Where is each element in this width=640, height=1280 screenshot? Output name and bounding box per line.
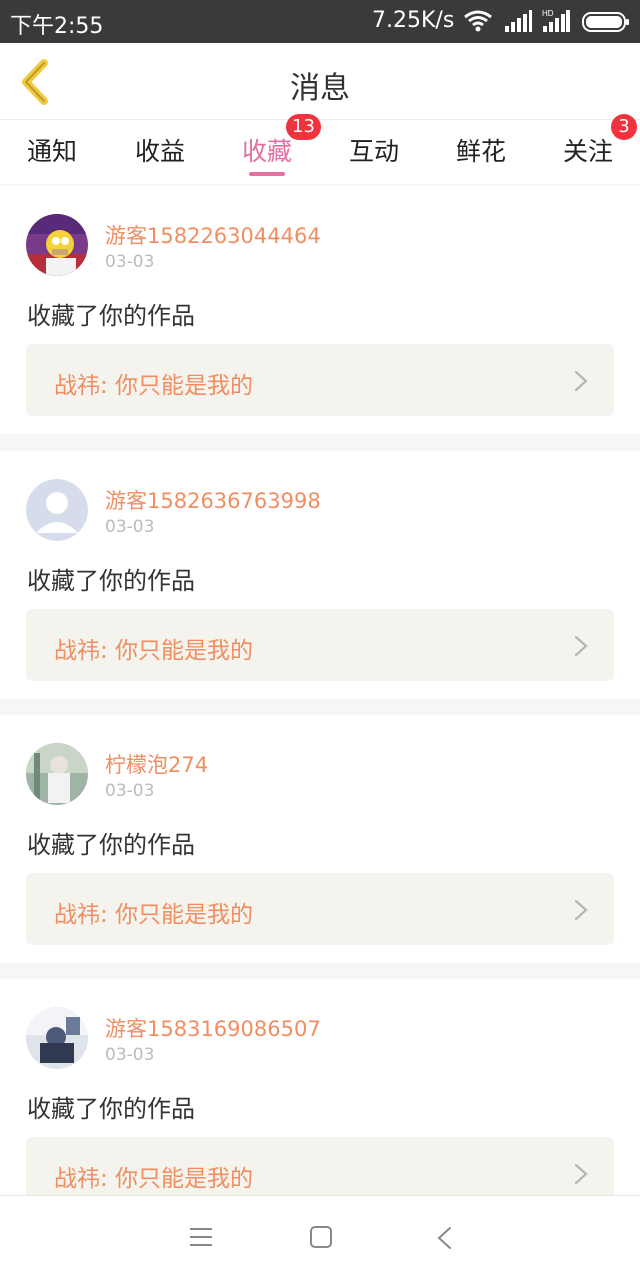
svg-text:HD: HD	[542, 9, 554, 18]
message-card: 游客1582263044464 03-03 收藏了你的作品 战祎: 你只能是我的	[0, 186, 640, 434]
avatar[interactable]	[26, 743, 88, 805]
work-title: 战祎: 你只能是我的	[54, 1166, 254, 1192]
chevron-right-icon	[574, 635, 588, 657]
message-date: 03-03	[105, 781, 155, 801]
tab-interaction[interactable]: 互动	[329, 132, 419, 168]
battery-icon	[582, 12, 629, 32]
follow-badge: 3	[611, 114, 637, 140]
tab-flowers[interactable]: 鲜花	[436, 132, 526, 168]
menu-icon[interactable]	[190, 1226, 212, 1248]
username[interactable]: 游客1582636763998	[105, 485, 321, 515]
signal-icon	[505, 10, 532, 32]
message-card: 游客1583169086507 03-03 收藏了你的作品 战祎: 你只能是我的	[0, 979, 640, 1227]
tab-earnings[interactable]: 收益	[115, 132, 205, 168]
page-title: 消息	[290, 71, 350, 106]
work-title: 战祎: 你只能是我的	[54, 638, 254, 664]
hd-signal-icon: HD	[542, 9, 570, 32]
action-text: 收藏了你的作品	[27, 302, 195, 330]
work-title: 战祎: 你只能是我的	[54, 373, 254, 399]
username[interactable]: 游客1582263044464	[105, 220, 321, 250]
avatar[interactable]	[26, 1007, 88, 1069]
wifi-icon	[464, 10, 492, 32]
tab-notice[interactable]: 通知	[7, 132, 97, 168]
chevron-right-icon	[574, 899, 588, 921]
message-date: 03-03	[105, 517, 155, 537]
avatar[interactable]	[26, 479, 88, 541]
message-date: 03-03	[105, 1045, 155, 1065]
active-tab-indicator	[249, 172, 285, 176]
default-avatar-icon	[26, 479, 88, 541]
work-title: 战祎: 你只能是我的	[54, 902, 254, 928]
screen: 下午2:55 7.25K/s HD 消息 通知 收益 收藏 互动 鲜花 关注 1…	[0, 0, 640, 1280]
status-bar: 下午2:55 7.25K/s HD	[0, 0, 640, 43]
work-link[interactable]: 战祎: 你只能是我的	[26, 344, 614, 416]
system-nav-bar	[0, 1195, 640, 1280]
message-date: 03-03	[105, 252, 155, 272]
action-text: 收藏了你的作品	[27, 567, 195, 595]
cartoon-avatar-icon	[26, 214, 88, 276]
message-card: 游客1582636763998 03-03 收藏了你的作品 战祎: 你只能是我的	[0, 451, 640, 699]
username[interactable]: 柠檬泡274	[105, 749, 208, 779]
header: 消息	[0, 43, 640, 120]
back-arrow-icon[interactable]	[436, 1226, 452, 1250]
action-text: 收藏了你的作品	[27, 831, 195, 859]
work-link[interactable]: 战祎: 你只能是我的	[26, 609, 614, 681]
chevron-right-icon	[574, 1163, 588, 1185]
photo-avatar-icon	[26, 1007, 88, 1069]
status-time: 下午2:55	[10, 14, 104, 39]
network-speed: 7.25K/s	[372, 8, 455, 33]
avatar[interactable]	[26, 214, 88, 276]
work-link[interactable]: 战祎: 你只能是我的	[26, 873, 614, 945]
photo-avatar-icon	[26, 743, 88, 805]
favorites-badge: 13	[286, 114, 321, 140]
username[interactable]: 游客1583169086507	[105, 1013, 321, 1043]
action-text: 收藏了你的作品	[27, 1095, 195, 1123]
chevron-right-icon	[574, 370, 588, 392]
message-card: 柠檬泡274 03-03 收藏了你的作品 战祎: 你只能是我的	[0, 715, 640, 963]
home-square-icon[interactable]	[310, 1226, 332, 1248]
tab-bar: 通知 收益 收藏 互动 鲜花 关注 13 3	[0, 114, 640, 184]
